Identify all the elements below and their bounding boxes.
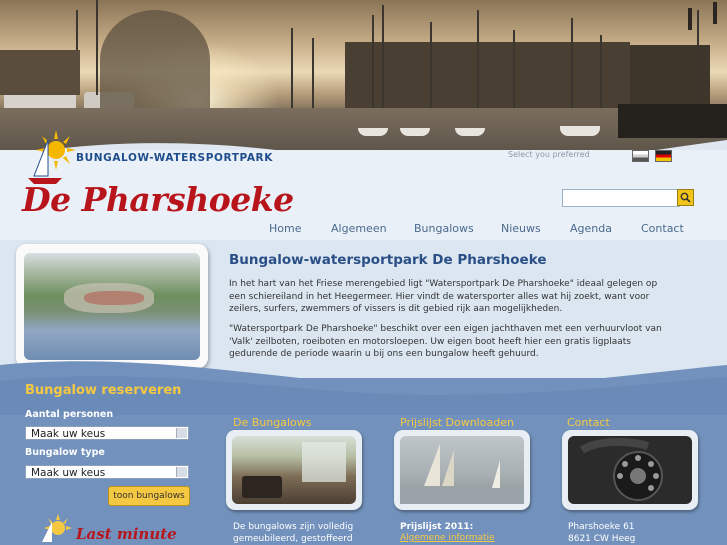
sailing-photo[interactable] bbox=[400, 436, 524, 504]
telephone-photo[interactable] bbox=[568, 436, 692, 504]
nav-algemeen[interactable]: Algemeen bbox=[331, 222, 387, 235]
bungalow-interior-photo[interactable] bbox=[232, 436, 356, 504]
nav-nieuws[interactable]: Nieuws bbox=[501, 222, 541, 235]
show-bungalows-button[interactable]: toon bungalows bbox=[108, 486, 190, 506]
general-info-link[interactable]: Algemene informatie bbox=[400, 533, 495, 543]
aerial-photo bbox=[24, 253, 200, 360]
pricelist-year-label: Prijslijst 2011: bbox=[400, 522, 474, 532]
bungalow-type-select[interactable]: Maak uw keus bbox=[25, 465, 189, 479]
last-minute-sun-icon bbox=[42, 514, 72, 542]
contact-postcode: 8621 CW Heeg bbox=[568, 534, 636, 544]
reservation-title: Bungalow reserveren bbox=[25, 383, 182, 398]
flag-uk-icon[interactable] bbox=[632, 150, 649, 162]
persons-label: Aantal personen bbox=[25, 409, 114, 420]
language-label: Select you preferred bbox=[508, 150, 590, 159]
search-input[interactable] bbox=[562, 189, 680, 207]
telephone-icon bbox=[579, 437, 663, 501]
nav-bungalows[interactable]: Bungalows bbox=[414, 222, 474, 235]
nav-home[interactable]: Home bbox=[269, 222, 301, 235]
type-select-value: Maak uw keus bbox=[31, 467, 106, 479]
contact-address: Pharshoeke 61 bbox=[568, 522, 635, 532]
search-button[interactable] bbox=[677, 189, 694, 206]
page-title: Bungalow-watersportpark De Pharshoeke bbox=[229, 252, 547, 268]
bungalows-column-text: De bungalows zijn volledig gemeubileerd,… bbox=[233, 522, 354, 544]
chevron-down-icon bbox=[176, 467, 187, 477]
type-label: Bungalow type bbox=[25, 447, 105, 458]
search-icon bbox=[680, 192, 691, 203]
persons-select-value: Maak uw keus bbox=[31, 428, 106, 440]
intro-paragraph-1: In het hart van het Friese merengebied l… bbox=[229, 279, 658, 314]
logo-subtitle: BUNGALOW-WATERSPORTPARK bbox=[76, 152, 273, 164]
pricelist-column-title[interactable]: Prijslijst Downloaden bbox=[400, 416, 514, 429]
nav-contact[interactable]: Contact bbox=[641, 222, 684, 235]
flag-germany-icon[interactable] bbox=[655, 150, 672, 162]
logo-name: De Pharshoeke bbox=[22, 180, 294, 219]
nav-agenda[interactable]: Agenda bbox=[570, 222, 612, 235]
persons-select[interactable]: Maak uw keus bbox=[25, 426, 189, 440]
bungalows-column-title[interactable]: De Bungalows bbox=[233, 416, 311, 429]
sailboats-illustration bbox=[400, 444, 524, 504]
chevron-down-icon bbox=[176, 428, 187, 438]
last-minute-banner[interactable]: Last minute bbox=[76, 525, 177, 543]
contact-column-title[interactable]: Contact bbox=[567, 416, 610, 429]
